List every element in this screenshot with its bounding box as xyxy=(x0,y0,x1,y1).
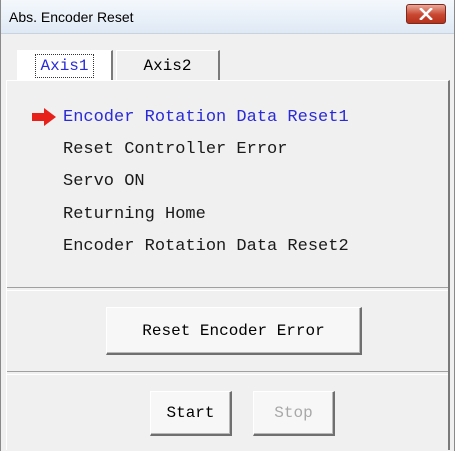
right-arrow-icon xyxy=(32,108,56,126)
reset-encoder-error-button[interactable]: Reset Encoder Error xyxy=(106,307,362,355)
divider-top xyxy=(7,287,448,291)
tab-axis2-label: Axis2 xyxy=(143,56,192,75)
step-returning-home: Returning Home xyxy=(63,205,206,224)
tab-axis1[interactable]: Axis1 xyxy=(17,50,113,80)
title-bar: Abs. Encoder Reset xyxy=(1,0,454,34)
start-button[interactable]: Start xyxy=(150,391,232,436)
window-title: Abs. Encoder Reset xyxy=(9,9,134,25)
step-reset-controller-error: Reset Controller Error xyxy=(63,140,288,159)
tab-axis2[interactable]: Axis2 xyxy=(116,50,220,80)
step-servo-on: Servo ON xyxy=(63,172,145,191)
step-encoder-rotation-data-reset2: Encoder Rotation Data Reset2 xyxy=(63,237,349,256)
tab-axis1-label: Axis1 xyxy=(35,53,94,78)
close-icon xyxy=(419,8,433,20)
stop-button[interactable]: Stop xyxy=(253,391,335,436)
step-encoder-rotation-data-reset1: Encoder Rotation Data Reset1 xyxy=(63,108,349,127)
axis1-panel: Encoder Rotation Data Reset1 Reset Contr… xyxy=(6,80,450,450)
divider-bottom xyxy=(7,371,448,375)
close-button[interactable] xyxy=(406,4,446,24)
abs-encoder-reset-window: Abs. Encoder Reset Axis1 Axis2 Encoder R… xyxy=(0,0,455,451)
